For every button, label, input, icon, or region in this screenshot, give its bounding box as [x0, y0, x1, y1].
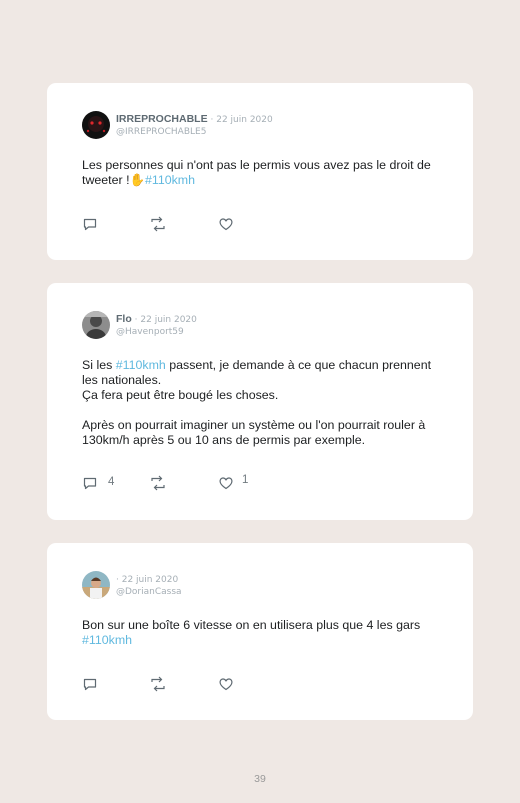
tweet-text-part: Si les: [82, 358, 116, 372]
tweet-text-part: Bon sur une boîte 6 vitesse on en utilis…: [82, 618, 421, 632]
tweet-text: Si les #110kmh passent, je demande à ce …: [82, 358, 443, 448]
avatar[interactable]: [82, 111, 110, 139]
hashtag-link[interactable]: #110kmh: [145, 173, 195, 187]
tweet-date[interactable]: · 22 juin 2020: [135, 315, 197, 325]
author-name[interactable]: IRREPROCHABLE: [116, 113, 208, 125]
tweet-card: Flo · 22 juin 2020 @Havenport59 Si les #…: [47, 283, 473, 520]
tweet-date[interactable]: · 22 juin 2020: [116, 575, 178, 585]
tweet-text: Bon sur une boîte 6 vitesse on en utilis…: [82, 618, 443, 648]
tweet-text-line: Après on pourrait imaginer un système ou…: [82, 418, 426, 447]
retweet-icon[interactable]: [149, 216, 167, 232]
raised-hand-emoji: ✋: [129, 173, 145, 187]
page-number: 39: [254, 773, 266, 785]
reply-icon[interactable]: [82, 216, 98, 232]
tweet-card: · 22 juin 2020 @DorianCassa Bon sur une …: [47, 543, 473, 720]
tweet-actions: [82, 216, 282, 232]
reply-count: 4: [108, 476, 115, 488]
reply-icon[interactable]: [82, 676, 98, 692]
author-handle[interactable]: @Havenport59: [116, 326, 197, 339]
reply-icon[interactable]: [82, 475, 98, 491]
tweet-text-line: Ça fera peut être bougé les choses.: [82, 388, 279, 402]
hashtag-link[interactable]: #110kmh: [116, 358, 166, 372]
hashtag-link[interactable]: #110kmh: [82, 633, 132, 647]
tweet-card: IRREPROCHABLE · 22 juin 2020 @IRREPROCHA…: [47, 83, 473, 260]
like-icon[interactable]: [218, 216, 234, 232]
avatar[interactable]: [82, 311, 110, 339]
like-count: 1: [242, 474, 249, 486]
author-handle[interactable]: @DorianCassa: [116, 586, 182, 599]
like-icon[interactable]: [218, 676, 234, 692]
tweet-text: Les personnes qui n'ont pas le permis vo…: [82, 158, 443, 188]
retweet-icon[interactable]: [149, 676, 167, 692]
tweet-actions: [82, 676, 282, 692]
retweet-icon[interactable]: [149, 475, 167, 491]
avatar[interactable]: [82, 571, 110, 599]
author-handle[interactable]: @IRREPROCHABLE5: [116, 126, 273, 139]
tweet-actions: 4 1: [82, 474, 282, 491]
tweet-date[interactable]: · 22 juin 2020: [211, 115, 273, 125]
author-name[interactable]: Flo: [116, 313, 132, 325]
like-icon[interactable]: [218, 475, 234, 491]
